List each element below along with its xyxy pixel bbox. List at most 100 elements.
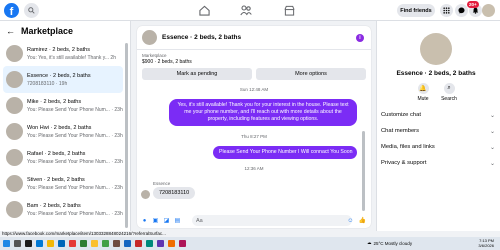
home-tab[interactable]: [198, 4, 210, 16]
edge-icon[interactable]: [36, 240, 43, 247]
avatar: [6, 97, 23, 114]
message-timestamp: 12:36 AM: [244, 166, 264, 171]
conversation-preview: You: Please Send Your Phone Num...: [27, 158, 110, 165]
conversation-time: · 23h: [111, 132, 123, 139]
conversation-item[interactable]: Stiven · 2 beds, 2 baths You: Please Send…: [3, 170, 123, 197]
conversation-item[interactable]: Won Hwi · 2 beds, 2 baths You: Please Sen…: [3, 118, 123, 145]
outgoing-message[interactable]: Yes, it's still available! Thank you for…: [169, 99, 357, 126]
app-icon[interactable]: [102, 240, 109, 247]
logo-letter: f: [9, 6, 14, 18]
conversation-preview: You: Please Send Your Phone Num...: [27, 210, 110, 217]
chat-title[interactable]: Essence · 2 beds, 2 baths: [162, 34, 241, 41]
app-icon[interactable]: [69, 240, 76, 247]
chevron-down-icon: ⌄: [489, 160, 495, 167]
back-arrow-icon[interactable]: ←: [6, 26, 15, 36]
chevron-down-icon: ⌄: [489, 112, 495, 119]
incoming-message[interactable]: 7208183110: [153, 187, 196, 199]
app-icon[interactable]: [146, 240, 153, 247]
chrome-icon[interactable]: [91, 240, 98, 247]
emoji-icon[interactable]: ☺: [347, 217, 354, 224]
app-icon[interactable]: [135, 240, 142, 247]
conversation-title: Essence · 2 beds, 2 baths: [27, 72, 91, 79]
bell-icon: [472, 7, 479, 14]
app-icon[interactable]: [157, 240, 164, 247]
privacy-support-row[interactable]: Privacy & support ⌄: [381, 157, 495, 169]
conversation-time: · 23h: [111, 106, 123, 113]
app-icon[interactable]: [168, 240, 175, 247]
conversation-time: · 23h: [111, 184, 123, 191]
info-icon[interactable]: i: [356, 34, 364, 42]
mark-as-pending-button[interactable]: Mark as pending: [142, 68, 252, 80]
contact-name: Essence · 2 beds, 2 baths: [396, 70, 476, 77]
image-icon[interactable]: ▣: [152, 217, 159, 224]
app-icon[interactable]: [124, 240, 131, 247]
start-icon[interactable]: [3, 240, 10, 247]
contact-avatar[interactable]: [420, 33, 452, 65]
top-navigation-bar: f Find friends 20+: [0, 0, 500, 21]
messenger-button[interactable]: [455, 4, 468, 17]
message-timestamp: Thu 8:27 PM: [241, 134, 267, 139]
sticker-icon[interactable]: ◪: [163, 217, 170, 224]
panel-header: ← Marketplace: [0, 21, 130, 41]
friends-tab[interactable]: [240, 4, 252, 16]
avatar: [6, 123, 23, 140]
search-icon[interactable]: [14, 240, 21, 247]
chat-scrollbar[interactable]: [362, 131, 365, 211]
panel-title: Marketplace: [21, 26, 74, 36]
task-view-icon[interactable]: [25, 240, 32, 247]
mute-button[interactable]: 🔔 Mute: [411, 83, 435, 102]
app-icon[interactable]: [80, 240, 87, 247]
outgoing-message[interactable]: Please Send Your Phone Number I Will con…: [213, 146, 357, 159]
store-icon[interactable]: [58, 240, 65, 247]
marketplace-inbox-panel: ← Marketplace Ramirez · 2 beds, 2 baths Y…: [0, 21, 131, 231]
weather-widget[interactable]: ☁ 25°C Mostly cloudy: [367, 240, 412, 246]
gif-icon[interactable]: ▤: [174, 217, 181, 224]
conversation-title: Won Hwi · 2 beds, 2 baths: [27, 124, 92, 131]
app-icon[interactable]: [113, 240, 120, 247]
clock[interactable]: 7:13 PM 3/6/2026: [470, 238, 494, 248]
avatar: [6, 71, 23, 88]
app-icon[interactable]: [179, 240, 186, 247]
menu-grid-icon: [443, 7, 450, 14]
find-friends-button[interactable]: Find friends: [397, 4, 435, 17]
media-files-links-row[interactable]: Media, files and links ⌄: [381, 141, 495, 153]
menu-button[interactable]: [440, 4, 453, 17]
conversation-item[interactable]: Mike · 2 beds, 2 baths You: Please Send Y…: [3, 92, 123, 119]
row-label: Privacy & support: [381, 160, 427, 166]
avatar: [6, 45, 23, 62]
profile-avatar[interactable]: [482, 4, 495, 17]
marketplace-tab[interactable]: [283, 4, 295, 16]
mute-label: Mute: [417, 96, 429, 102]
conversation-time: · 23h: [111, 210, 123, 217]
search-button[interactable]: [24, 3, 39, 18]
conversation-item[interactable]: Bam · 2 beds, 2 baths You: Please Send Yo…: [3, 196, 123, 223]
conversation-time: · 23h: [111, 158, 123, 165]
sender-avatar: [141, 190, 150, 199]
conversation-title: Mike · 2 beds, 2 baths: [27, 98, 82, 105]
search-icon: [28, 7, 35, 14]
more-options-button[interactable]: More options: [256, 68, 366, 80]
home-icon: [198, 5, 210, 16]
conversation-title: Stiven · 2 beds, 2 baths: [27, 176, 85, 183]
conversation-item-selected[interactable]: Essence · 2 beds, 2 baths 7208183110 · 19…: [3, 66, 123, 93]
conversation-preview: You: Please Send Your Phone Num...: [27, 184, 110, 191]
like-icon[interactable]: 👍: [359, 217, 366, 224]
sender-name: Essence: [153, 181, 171, 186]
facebook-logo[interactable]: f: [4, 3, 19, 18]
conversation-preview: You: Please Send Your Phone Num...: [27, 132, 110, 139]
search-icon: ⌕: [443, 83, 455, 94]
conversation-preview: You: Yes, it's still available! Thank y.…: [27, 54, 110, 61]
conversation-item[interactable]: Rafael · 2 beds, 2 baths You: Please Send…: [3, 144, 123, 171]
customize-chat-row[interactable]: Customize chat ⌄: [381, 109, 495, 121]
file-explorer-icon[interactable]: [47, 240, 54, 247]
notification-badge: 20+: [467, 1, 479, 8]
message-input[interactable]: Aa: [192, 215, 352, 226]
chat-avatar[interactable]: [142, 30, 157, 45]
chevron-down-icon: ⌄: [489, 128, 495, 135]
conversation-item[interactable]: Ramirez · 2 beds, 2 baths You: Yes, it's …: [3, 40, 123, 67]
microphone-icon[interactable]: ●: [141, 217, 148, 224]
chat-members-row[interactable]: Chat members ⌄: [381, 125, 495, 137]
conversation-list-scrollbar[interactable]: [125, 43, 128, 228]
search-conversation-button[interactable]: ⌕ Search: [437, 83, 461, 102]
search-label: Search: [441, 96, 457, 102]
